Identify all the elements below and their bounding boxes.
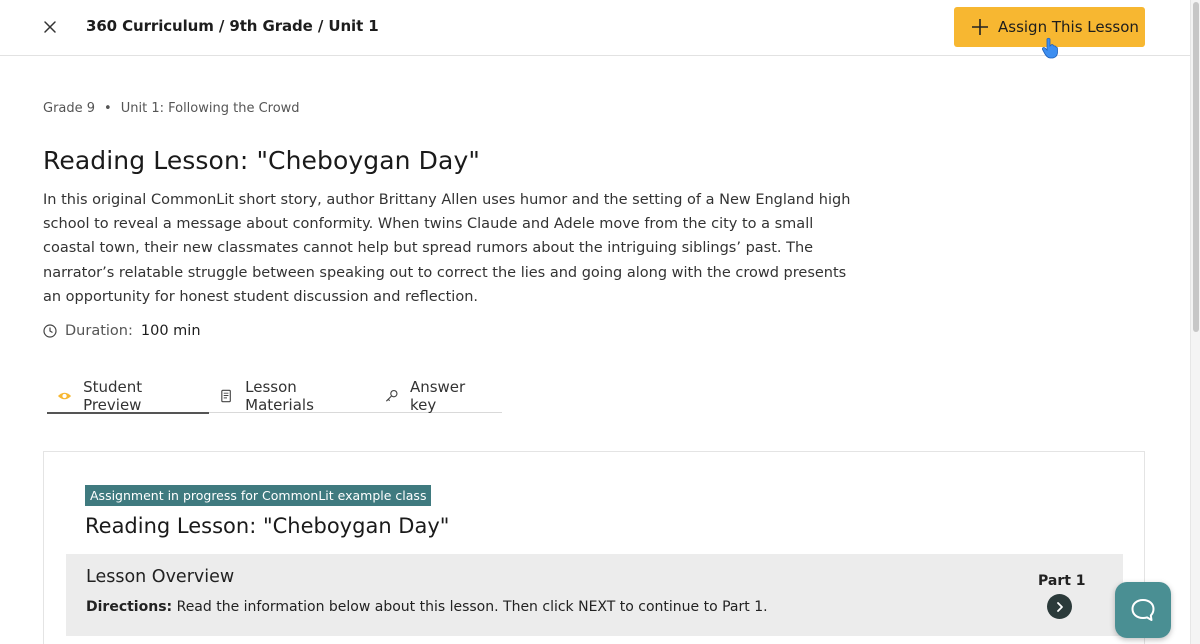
hand-cursor-icon [1041,37,1058,59]
close-icon [44,21,56,33]
part-label: Part 1 [1038,573,1086,589]
lesson-tabs: Student Preview Lesson Materials Answer … [47,378,502,414]
lesson-description: In this original CommonLit short story, … [43,192,851,305]
unit-label: Unit 1: Following the Crowd [120,101,300,116]
grade-label: Grade 9 [43,101,96,116]
breadcrumb: 360 Curriculum / 9th Grade / Unit 1 [86,17,379,35]
close-button[interactable] [40,17,60,37]
preview-title: Reading Lesson: "Cheboygan Day" [85,514,450,538]
scrollbar[interactable] [1190,0,1200,644]
chat-bubble-icon [1131,599,1155,621]
overview-directions: Directions: Read the information below a… [86,599,768,615]
key-icon [385,389,398,402]
next-part-button[interactable] [1047,594,1072,619]
chevron-right-icon [1056,601,1063,612]
student-preview-card: Assignment in progress for CommonLit exa… [43,451,1145,644]
top-bar: 360 Curriculum / 9th Grade / Unit 1 Assi… [0,0,1190,59]
tab-label: Answer key [409,378,466,414]
meta-separator: • [104,101,112,116]
scrollbar-thumb[interactable] [1193,2,1199,332]
clock-icon [43,324,57,338]
document-icon [221,389,231,403]
tab-answer-key[interactable]: Answer key [374,378,502,414]
lesson-overview: Lesson Overview Directions: Read the inf… [66,554,1123,636]
lesson-meta: Grade 9 • Unit 1: Following the Crowd [43,101,300,116]
chat-button[interactable] [1115,582,1171,638]
overview-title: Lesson Overview [86,567,235,587]
duration-value: 100 min [140,323,201,339]
duration: Duration: 100 min [43,323,201,339]
plus-icon [972,19,988,35]
tab-lesson-materials[interactable]: Lesson Materials [209,378,374,414]
eye-icon [57,392,72,400]
tab-student-preview[interactable]: Student Preview [47,378,210,414]
tab-label: Student Preview [83,378,143,414]
assign-lesson-label: Assign This Lesson [998,18,1139,36]
assignment-status-badge: Assignment in progress for CommonLit exa… [85,485,432,506]
tab-label: Lesson Materials [245,378,314,414]
directions-label: Directions: [86,599,173,615]
page-title: Reading Lesson: "Cheboygan Day" [43,146,480,175]
duration-label: Duration: [65,323,133,339]
directions-text: Read the information below about this le… [176,599,768,615]
